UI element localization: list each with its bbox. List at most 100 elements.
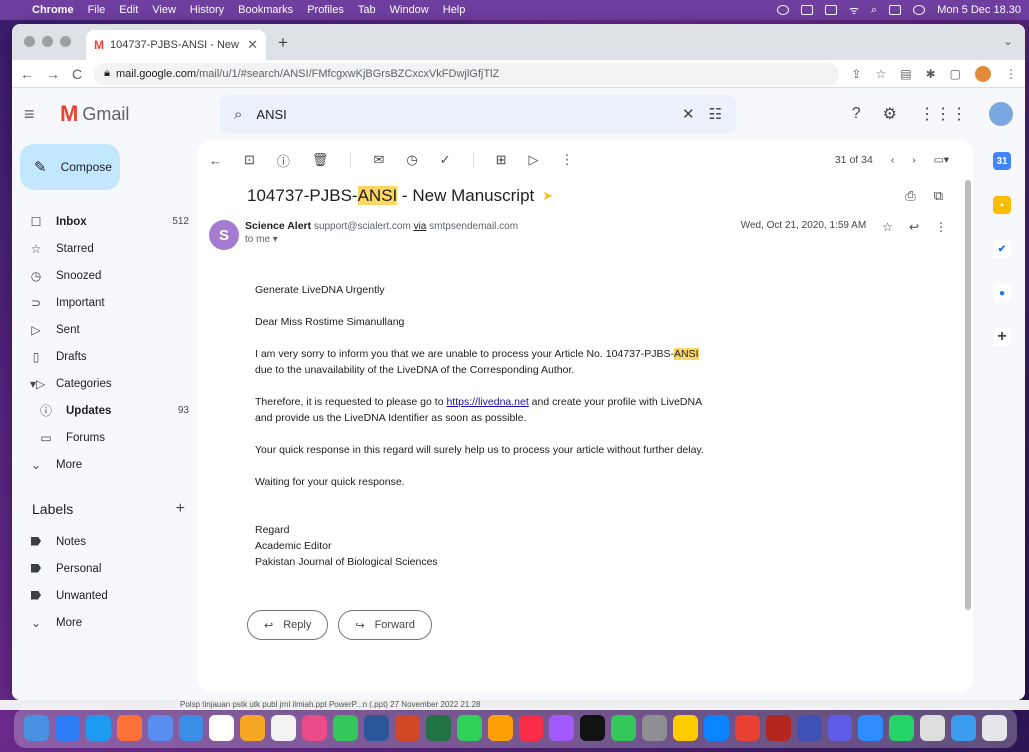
facetime-icon[interactable] bbox=[611, 715, 637, 741]
gmail-logo[interactable]: M Gmail bbox=[60, 101, 210, 127]
tv-icon[interactable] bbox=[580, 715, 606, 741]
menu-bookmarks[interactable]: Bookmarks bbox=[238, 4, 293, 16]
sidebar-item-drafts[interactable]: ▯ Drafts bbox=[12, 343, 197, 370]
contacts-icon[interactable]: ● bbox=[993, 284, 1011, 302]
maximize-window-button[interactable] bbox=[60, 36, 71, 47]
books-icon[interactable] bbox=[487, 715, 513, 741]
label-item-personal[interactable]: Personal bbox=[12, 555, 197, 582]
close-tab-icon[interactable]: ✕ bbox=[247, 37, 258, 53]
bookmark-star-icon[interactable]: ☆ bbox=[875, 67, 886, 81]
apps-icon[interactable] bbox=[147, 715, 173, 741]
menu-history[interactable]: History bbox=[190, 4, 224, 16]
labels-more[interactable]: ⌄ More bbox=[12, 609, 197, 636]
finder-icon[interactable] bbox=[24, 715, 49, 741]
clear-search-icon[interactable]: ✕ bbox=[682, 105, 695, 123]
sidebar-item-forums[interactable]: ▭ Forums bbox=[12, 424, 197, 451]
firefox-icon[interactable] bbox=[116, 715, 142, 741]
numbers-icon[interactable] bbox=[456, 715, 482, 741]
more-options-icon[interactable]: ⋮ bbox=[561, 152, 574, 168]
keep-icon[interactable]: ▪ bbox=[993, 196, 1011, 214]
sidebar-item-important[interactable]: ⊃ Important bbox=[12, 289, 197, 316]
next-page-icon[interactable]: › bbox=[912, 154, 916, 166]
main-menu-icon[interactable]: ≡ bbox=[24, 104, 60, 125]
recipient-dropdown[interactable]: to me ▾ bbox=[245, 234, 518, 245]
menu-view[interactable]: View bbox=[152, 4, 176, 16]
sidebar-item-snoozed[interactable]: ◷ Snoozed bbox=[12, 262, 197, 289]
downloads-icon[interactable] bbox=[951, 715, 977, 741]
share-icon[interactable]: ⇪ bbox=[851, 67, 861, 81]
via-link[interactable]: via bbox=[414, 221, 427, 232]
search-icon[interactable]: ⌕ bbox=[234, 106, 242, 123]
menu-profiles[interactable]: Profiles bbox=[307, 4, 344, 16]
archive-icon[interactable]: ⊡ bbox=[244, 152, 255, 168]
mendeley-icon[interactable] bbox=[765, 715, 791, 741]
extension-icon[interactable]: ▤ bbox=[900, 67, 911, 81]
screen-share-icon[interactable] bbox=[796, 715, 822, 741]
mark-unread-icon[interactable]: ✉ bbox=[373, 152, 384, 168]
messages-icon[interactable] bbox=[333, 715, 358, 741]
sender-name[interactable]: Science Alert bbox=[245, 220, 311, 232]
launchpad-icon[interactable] bbox=[54, 715, 80, 741]
add-task-icon[interactable]: ✓ bbox=[440, 152, 451, 168]
add-label-icon[interactable]: + bbox=[176, 500, 185, 518]
snooze-clock-icon[interactable]: ◷ bbox=[406, 152, 417, 168]
safari-icon[interactable] bbox=[85, 715, 111, 741]
delete-trash-icon[interactable]: 🗑︎ bbox=[312, 152, 329, 168]
record-icon[interactable] bbox=[777, 5, 789, 15]
reminders-icon[interactable] bbox=[271, 715, 297, 741]
menu-clock[interactable]: Mon 5 Dec 18.30 bbox=[937, 4, 1021, 16]
wifi-icon[interactable]: ᯤ bbox=[849, 3, 859, 18]
label-item-notes[interactable]: Notes bbox=[12, 528, 197, 555]
sidebar-item-categories[interactable]: ▾▷ Categories bbox=[12, 370, 197, 397]
label-icon[interactable]: ▷ bbox=[529, 152, 539, 168]
sender-avatar[interactable]: S bbox=[209, 220, 239, 250]
sidepanel-icon[interactable]: ▢ bbox=[950, 67, 961, 81]
move-to-icon[interactable]: ⊞ bbox=[496, 152, 507, 168]
notes-app-icon[interactable] bbox=[240, 715, 266, 741]
zoom-icon[interactable] bbox=[858, 715, 884, 741]
calendar-icon[interactable]: 31 bbox=[993, 152, 1011, 170]
excel-icon[interactable] bbox=[425, 715, 451, 741]
sidebar-item-sent[interactable]: ▷ Sent bbox=[12, 316, 197, 343]
add-screen-icon[interactable] bbox=[827, 715, 853, 741]
app-store-icon[interactable] bbox=[703, 715, 729, 741]
search-input[interactable]: ANSI bbox=[256, 107, 668, 122]
reply-icon[interactable]: ↩ bbox=[909, 220, 919, 234]
control-center-icon[interactable] bbox=[889, 5, 902, 15]
menu-edit[interactable]: Edit bbox=[119, 4, 138, 16]
livedna-link[interactable]: https://livedna.net bbox=[446, 396, 528, 408]
print-icon[interactable]: ⎙ bbox=[905, 188, 915, 204]
spotlight-search-icon[interactable]: ⌕ bbox=[871, 4, 877, 17]
account-avatar[interactable] bbox=[989, 102, 1013, 126]
sidebar-item-inbox[interactable]: ☐ Inbox 512 bbox=[12, 208, 197, 235]
report-spam-icon[interactable]: ⓘ bbox=[277, 151, 290, 170]
url-field[interactable]: 🔒︎ mail.google.com/mail/u/1/#search/ANSI… bbox=[94, 62, 840, 85]
podcasts-icon[interactable] bbox=[549, 715, 575, 741]
tasks-icon[interactable]: ✔ bbox=[993, 240, 1011, 258]
settings-icon[interactable] bbox=[642, 715, 668, 741]
reply-button[interactable]: ↩ Reply bbox=[247, 610, 329, 640]
prev-page-icon[interactable]: ‹ bbox=[891, 154, 895, 166]
puzzle-icon[interactable]: ✱ bbox=[926, 67, 936, 81]
important-marker-icon[interactable]: ➤ bbox=[542, 188, 553, 204]
open-new-window-icon[interactable]: ⧉ bbox=[934, 188, 943, 204]
forward-arrow-icon[interactable]: → bbox=[46, 66, 60, 82]
trash-icon[interactable] bbox=[982, 715, 1007, 741]
whatsapp-icon[interactable] bbox=[889, 715, 915, 741]
menu-app-name[interactable]: Chrome bbox=[32, 4, 74, 16]
apps-grid-icon[interactable]: ⋮⋮⋮ bbox=[919, 104, 967, 124]
profile-avatar[interactable] bbox=[975, 65, 991, 82]
help-icon[interactable]: ? bbox=[852, 105, 861, 123]
menu-window[interactable]: Window bbox=[390, 4, 429, 16]
back-arrow-icon[interactable]: ← bbox=[20, 66, 34, 82]
back-to-search-icon[interactable]: ← bbox=[209, 153, 222, 168]
preview-icon[interactable] bbox=[920, 715, 946, 741]
browser-tab-active[interactable]: M 104737-PJBS-ANSI - New Man ✕ bbox=[86, 30, 266, 60]
photos-icon[interactable] bbox=[302, 715, 328, 741]
search-bar[interactable]: ⌕ ANSI ✕ ☷ bbox=[220, 95, 736, 133]
calendar-app-icon[interactable] bbox=[209, 715, 235, 741]
compose-button[interactable]: ✎ Compose bbox=[20, 144, 120, 190]
app-icon[interactable] bbox=[673, 715, 698, 741]
scrollbar[interactable] bbox=[965, 180, 971, 610]
menu-tab[interactable]: Tab bbox=[358, 4, 376, 16]
